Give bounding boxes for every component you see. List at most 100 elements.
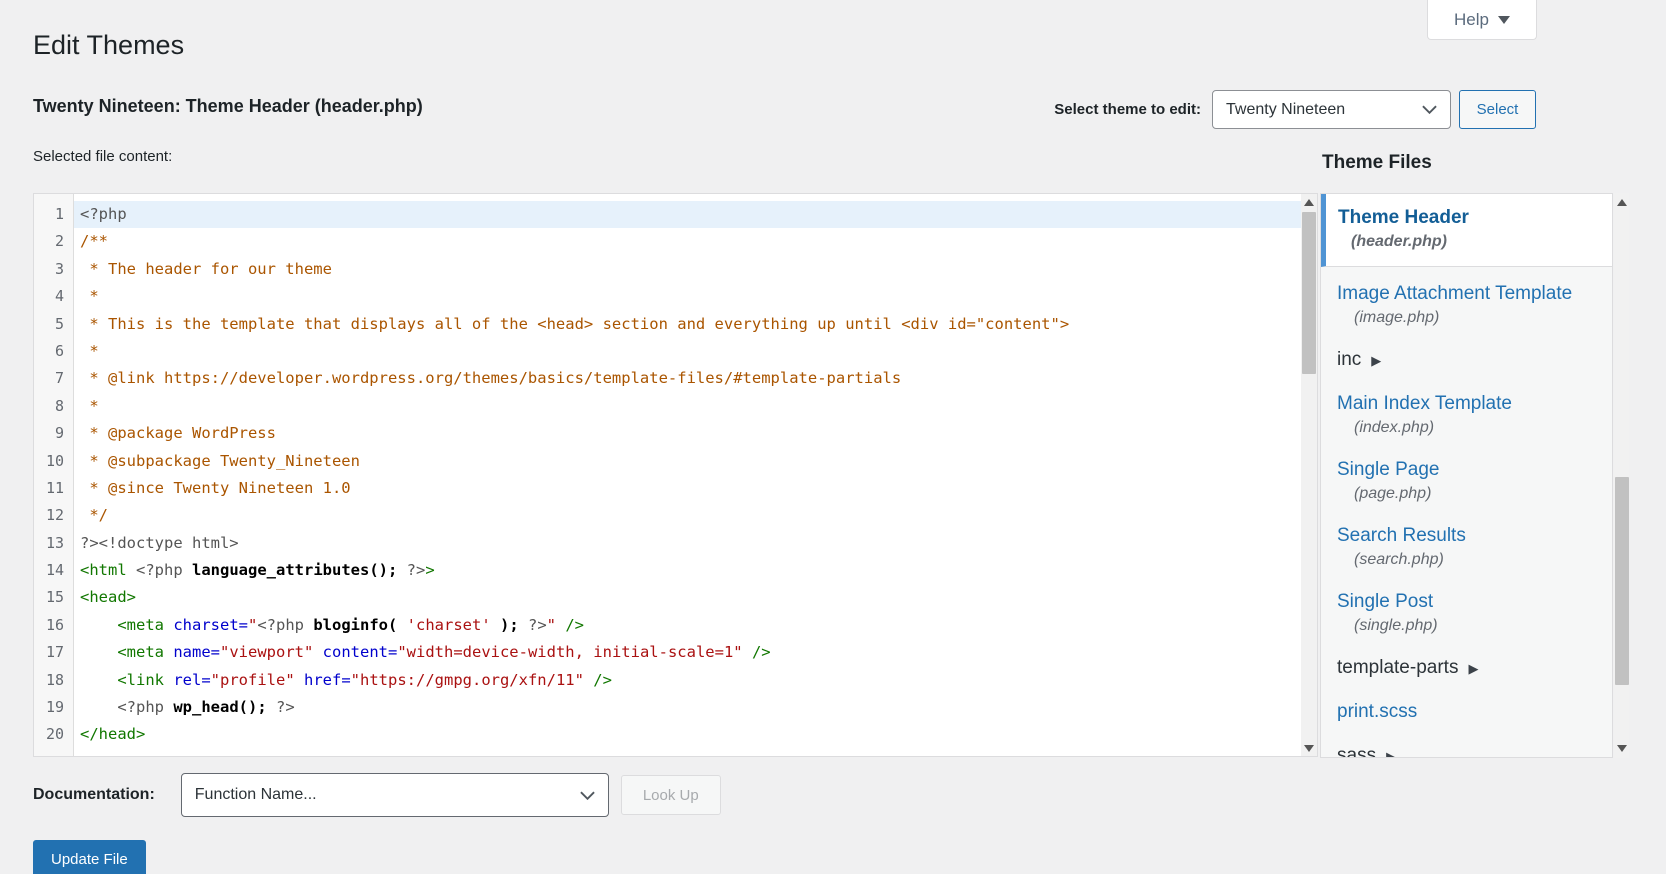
file-link[interactable]: Theme Header [1338, 207, 1469, 228]
code-line[interactable]: * [74, 338, 1301, 365]
code-token: * @subpackage Twenty_Nineteen [80, 451, 360, 470]
code-token: /> [742, 643, 771, 662]
function-name-dropdown[interactable]: Function Name... [180, 773, 609, 817]
theme-files-heading: Theme Files [1322, 152, 1432, 173]
editor-vertical-scrollbar[interactable] [1301, 194, 1317, 756]
line-number: 5 [54, 314, 64, 333]
code-line[interactable]: <meta charset="<?php bloginfo( 'charset'… [74, 612, 1301, 639]
file-link[interactable]: print.scss [1337, 701, 1417, 722]
code-line[interactable]: * @since Twenty Nineteen 1.0 [74, 475, 1301, 502]
code-line[interactable]: <html <?php language_attributes(); ?>> [74, 557, 1301, 584]
scroll-up-arrow-icon[interactable] [1614, 195, 1629, 210]
code-line[interactable]: * [74, 393, 1301, 420]
folder-expand-arrow-icon[interactable]: ▶ [1386, 749, 1396, 757]
help-label: Help [1454, 9, 1489, 29]
folder-item-sass[interactable]: sass ▶ [1321, 745, 1612, 757]
help-chevron-down-icon [1497, 15, 1510, 24]
line-number: 10 [45, 451, 64, 470]
line-number: 19 [45, 698, 64, 717]
code-token: <link [117, 670, 164, 689]
documentation-label: Documentation: [33, 786, 155, 803]
code-line[interactable]: <?php [74, 201, 1301, 229]
code-token: * This is the template that displays all… [80, 314, 1070, 333]
code-token: * [80, 396, 99, 415]
code-line[interactable]: <link rel="profile" href="https://gmpg.o… [74, 667, 1301, 694]
code-line[interactable]: * [74, 283, 1301, 310]
scroll-up-arrow-icon[interactable] [1301, 194, 1317, 210]
folder-item-inc[interactable]: inc ▶ [1321, 349, 1612, 371]
code-line[interactable]: <meta name="viewport" content="width=dev… [74, 639, 1301, 666]
code-token: ); [490, 615, 528, 634]
file-link[interactable]: Image Attachment Template [1337, 283, 1572, 304]
code-line[interactable]: /** [74, 228, 1301, 255]
sidebar-vertical-scrollbar[interactable] [1614, 193, 1629, 758]
file-link[interactable]: Single Page [1337, 459, 1439, 480]
update-file-button[interactable]: Update File [33, 840, 146, 878]
line-number: 16 [45, 615, 64, 634]
code-token: </head> [80, 725, 146, 744]
code-line[interactable]: </head> [74, 721, 1301, 748]
folder-expand-arrow-icon[interactable]: ▶ [1468, 661, 1478, 676]
file-name: (single.php) [1354, 617, 1438, 634]
file-item: Theme Header (header.php) [1321, 194, 1612, 267]
help-button[interactable]: Help [1427, 0, 1537, 40]
line-number: 14 [45, 561, 64, 580]
file-link[interactable]: Search Results [1337, 525, 1466, 546]
folder-expand-arrow-icon[interactable]: ▶ [1371, 353, 1381, 368]
code-line[interactable]: * The header for our theme [74, 256, 1301, 283]
scroll-down-arrow-icon[interactable] [1301, 740, 1317, 756]
code-token: bloginfo( [304, 615, 407, 634]
code-token: ?> [275, 698, 295, 717]
code-editor: 123456789101112131415161718192021 <?php/… [33, 193, 1318, 757]
code-token: <head> [80, 588, 136, 607]
theme-select-row: Select theme to edit: Twenty Nineteen Se… [1054, 90, 1536, 129]
code-token: " [546, 615, 557, 634]
code-token: <?php [257, 615, 305, 634]
code-line[interactable]: * @link https://developer.wordpress.org/… [74, 365, 1301, 392]
look-up-button[interactable]: Look Up [620, 775, 721, 815]
code-token: content= [313, 643, 398, 662]
theme-files-list: Theme Header (header.php) Image Attachment… [1320, 193, 1613, 758]
select-theme-button[interactable]: Select [1459, 90, 1536, 129]
line-number: 15 [45, 588, 64, 607]
code-line[interactable]: * @subpackage Twenty_Nineteen [74, 448, 1301, 475]
theme-select-dropdown[interactable]: Twenty Nineteen [1212, 90, 1451, 129]
file-name: (index.php) [1354, 419, 1435, 436]
code-token: /> [583, 670, 612, 689]
code-line[interactable]: * @package WordPress [74, 420, 1301, 447]
code-token: 'charset' [406, 615, 491, 634]
folder-item-template-parts[interactable]: template-parts ▶ [1321, 657, 1612, 679]
code-line[interactable]: ?><!doctype html> [74, 530, 1301, 557]
code-line[interactable]: * This is the template that displays all… [74, 311, 1301, 338]
code-token: */ [80, 506, 108, 525]
code-line[interactable]: */ [74, 502, 1301, 529]
file-item: Single Page (page.php) [1321, 459, 1612, 503]
code-line[interactable]: <?php wp_head(); ?> [74, 694, 1301, 721]
code-line[interactable] [74, 749, 1301, 756]
code-token: <meta [117, 643, 164, 662]
current-file-title: Twenty Nineteen: Theme Header (header.ph… [33, 96, 423, 116]
code-token: " [248, 615, 258, 634]
file-name: (search.php) [1354, 551, 1444, 568]
code-token: <?php [80, 205, 127, 223]
code-token: /** [80, 232, 108, 251]
code-token: <html [80, 561, 127, 580]
code-area[interactable]: <?php /** * The header for our theme * * … [74, 194, 1301, 756]
editor-scrollbar-thumb[interactable] [1302, 212, 1316, 374]
page-title: Edit Themes [33, 30, 185, 60]
code-line[interactable]: <head> [74, 584, 1301, 611]
code-token: /> [556, 615, 585, 634]
folder-name: template-parts [1337, 657, 1459, 678]
file-link[interactable]: Single Post [1337, 591, 1433, 612]
sidebar-scrollbar-thumb[interactable] [1615, 477, 1629, 685]
code-token: * @package WordPress [80, 424, 276, 443]
file-name: (image.php) [1354, 309, 1440, 326]
scroll-down-arrow-icon[interactable] [1614, 741, 1629, 756]
code-token: ?> [406, 561, 426, 580]
file-link[interactable]: Main Index Template [1337, 393, 1512, 414]
select-theme-label: Select theme to edit: [1054, 101, 1201, 118]
